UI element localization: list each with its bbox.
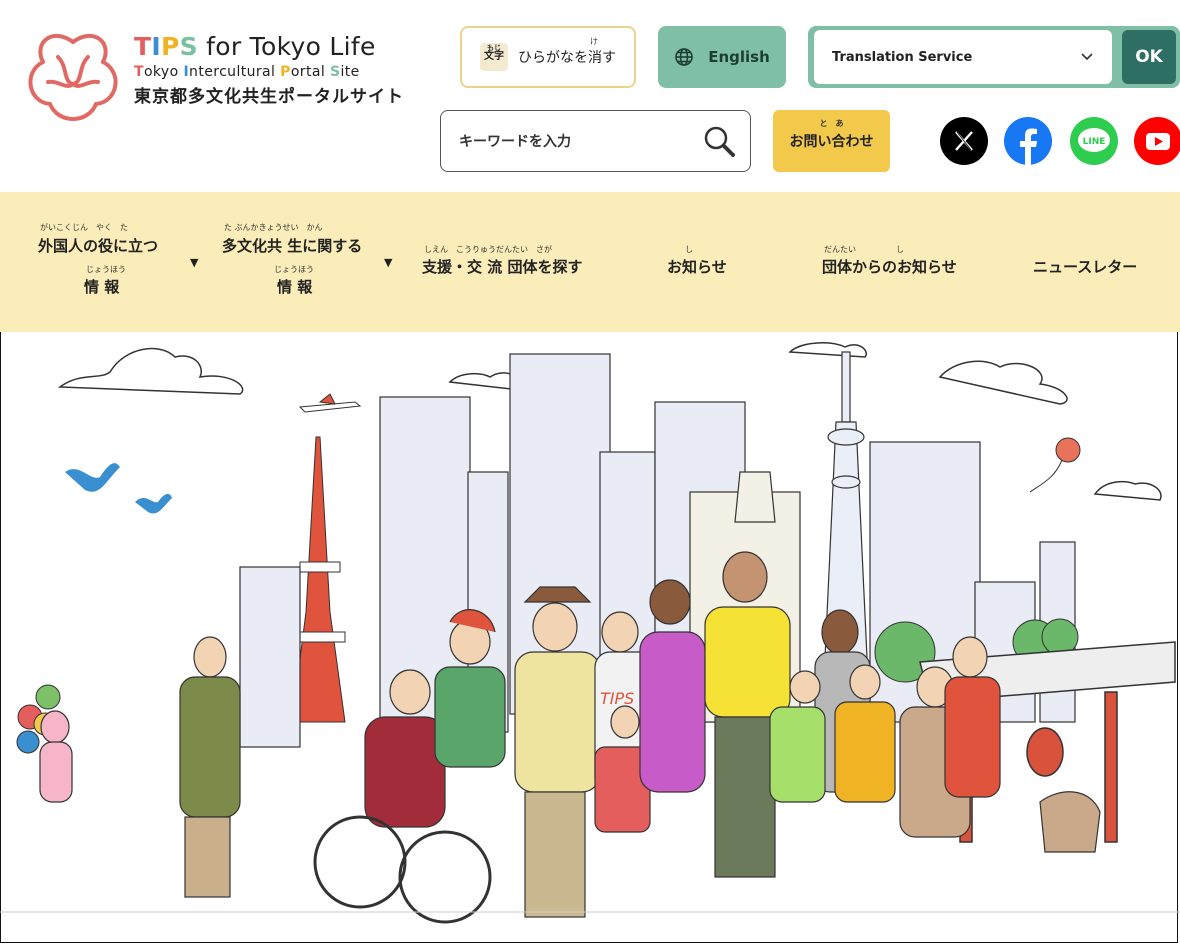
translation-select[interactable]: Translation Service: [814, 30, 1112, 84]
svg-text:LINE: LINE: [1083, 137, 1106, 147]
chevron-down-icon[interactable]: ▼: [190, 256, 198, 269]
brand[interactable]: TIPS for Tokyo Life Tokyo Intercultural …: [134, 32, 404, 107]
english-button[interactable]: English: [658, 26, 786, 88]
contact-label: お問い合わせ: [789, 134, 874, 150]
nav-item-find-groups[interactable]: しえん こうりゅうだんたい さが 支援・交 流 団体を探す: [422, 244, 582, 277]
nav-item-news[interactable]: し お知らせ: [667, 244, 727, 277]
contact-button[interactable]: と あお問い合わせ: [773, 110, 890, 172]
translation-service: Translation Service OK: [808, 26, 1180, 88]
main-navigation: がいこくじん やく た 外国人の役に立つ じょうほう 情 報 ▼ た ぶんかきょ…: [0, 192, 1180, 332]
nav-item-multicultural-info[interactable]: た ぶんかきょうせい かん 多文化共 生に関する じょうほう 情 報: [222, 220, 362, 297]
globe-icon: [675, 48, 694, 66]
svg-text:TIPS: TIPS: [600, 689, 634, 708]
airplane-icon: [298, 393, 362, 413]
brand-japanese: 東京都多文化共生ポータルサイト: [134, 87, 404, 107]
english-label: English: [708, 48, 770, 66]
site-header: TIPS for Tokyo Life Tokyo Intercultural …: [0, 0, 1180, 192]
birds: [65, 463, 172, 514]
chevron-down-icon: [1081, 53, 1093, 61]
balloon-icon: [1055, 437, 1081, 463]
translation-select-value: Translation Service: [832, 49, 973, 65]
x-icon[interactable]: [940, 117, 988, 165]
ok-button[interactable]: OK: [1122, 30, 1176, 84]
youtube-icon[interactable]: [1134, 117, 1180, 165]
nav-item-newsletter[interactable]: ニュースレター: [1033, 256, 1137, 277]
search-icon[interactable]: [702, 124, 736, 158]
chevron-down-icon[interactable]: ▼: [384, 256, 392, 269]
facebook-icon[interactable]: [1004, 117, 1052, 165]
line-icon[interactable]: LINE: [1070, 117, 1118, 165]
nav-item-group-news[interactable]: だんたい し 団体からのお知らせ: [822, 244, 957, 277]
brand-title: TIPS for Tokyo Life: [134, 32, 376, 61]
hide-hiragana-label: けひらがなを消す: [518, 37, 616, 66]
tips-logo-icon[interactable]: [18, 22, 128, 132]
search-field[interactable]: キーワードを入力: [440, 110, 751, 172]
moji-icon: もじ 文字: [480, 43, 508, 71]
brand-subtitle: Tokyo Intercultural Portal Site: [134, 64, 360, 80]
hero-illustration: TIPS: [0, 342, 1180, 924]
nav-item-useful-info[interactable]: がいこくじん やく た 外国人の役に立つ じょうほう 情 報: [38, 220, 158, 297]
hide-hiragana-button[interactable]: もじ 文字 けひらがなを消す: [460, 26, 636, 88]
search-input[interactable]: キーワードを入力: [459, 131, 571, 151]
